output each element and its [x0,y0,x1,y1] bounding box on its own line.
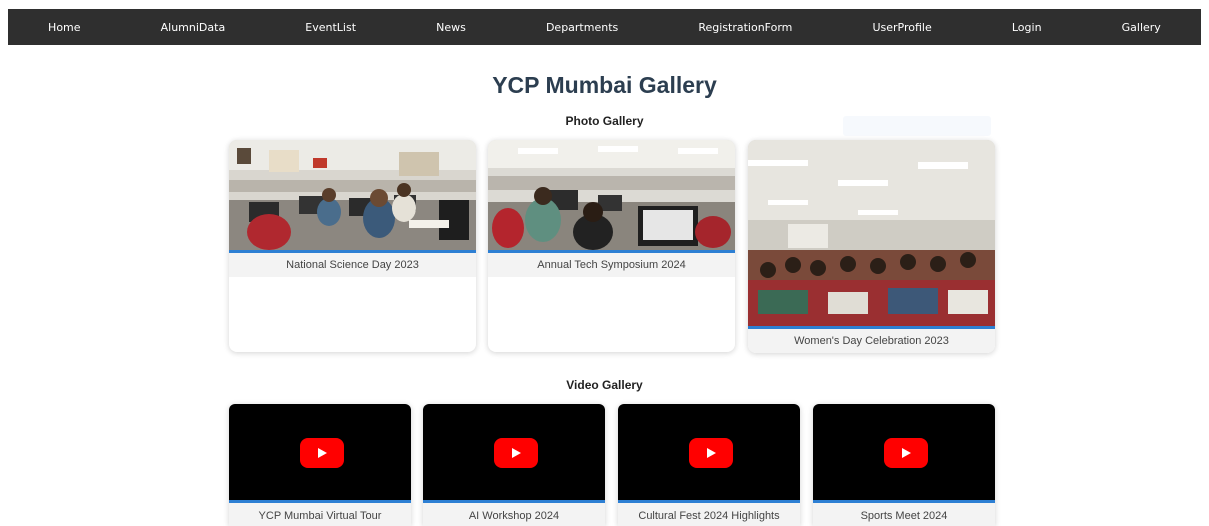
video-player[interactable] [618,404,800,503]
nav-alumni-data[interactable]: AlumniData [161,21,226,34]
photo-caption: National Science Day 2023 [229,253,476,277]
photo-caption: Women's Day Celebration 2023 [748,329,995,353]
video-card[interactable]: Sports Meet 2024 [813,404,995,526]
nav-home[interactable]: Home [48,21,80,34]
video-player[interactable] [813,404,995,503]
video-card[interactable]: Cultural Fest 2024 Highlights [618,404,800,526]
lab-photo-illustration [229,140,476,250]
photo-computer-lab[interactable] [229,140,476,253]
video-caption: YCP Mumbai Virtual Tour [229,503,411,526]
video-caption: AI Workshop 2024 [423,503,605,526]
video-player[interactable] [229,404,411,503]
nav-news[interactable]: News [436,21,466,34]
youtube-play-icon[interactable] [300,438,344,468]
nav-gallery[interactable]: Gallery [1122,21,1161,34]
video-caption: Sports Meet 2024 [813,503,995,526]
photo-card[interactable]: Women's Day Celebration 2023 [748,140,995,353]
video-gallery-heading: Video Gallery [566,378,643,392]
nav-registration-form[interactable]: RegistrationForm [698,21,792,34]
video-caption: Cultural Fest 2024 Highlights [618,503,800,526]
lab-photo-illustration [488,140,735,250]
photo-womens-day[interactable] [748,140,995,329]
youtube-play-icon[interactable] [494,438,538,468]
nav-login[interactable]: Login [1012,21,1042,34]
photo-card[interactable]: National Science Day 2023 [229,140,476,352]
youtube-play-icon[interactable] [689,438,733,468]
top-navbar: Home AlumniData EventList News Departmen… [8,9,1201,45]
youtube-play-icon[interactable] [884,438,928,468]
video-card[interactable]: YCP Mumbai Virtual Tour [229,404,411,526]
photo-card[interactable]: Annual Tech Symposium 2024 [488,140,735,352]
video-card[interactable]: AI Workshop 2024 [423,404,605,526]
photo-caption: Annual Tech Symposium 2024 [488,253,735,277]
nav-event-list[interactable]: EventList [305,21,356,34]
photo-gallery-heading: Photo Gallery [565,114,644,128]
auditorium-photo-illustration [748,140,995,326]
nav-user-profile[interactable]: UserProfile [872,21,931,34]
nav-departments[interactable]: Departments [546,21,618,34]
page-title: YCP Mumbai Gallery [492,72,717,98]
video-player[interactable] [423,404,605,503]
photo-tech-symposium[interactable] [488,140,735,253]
